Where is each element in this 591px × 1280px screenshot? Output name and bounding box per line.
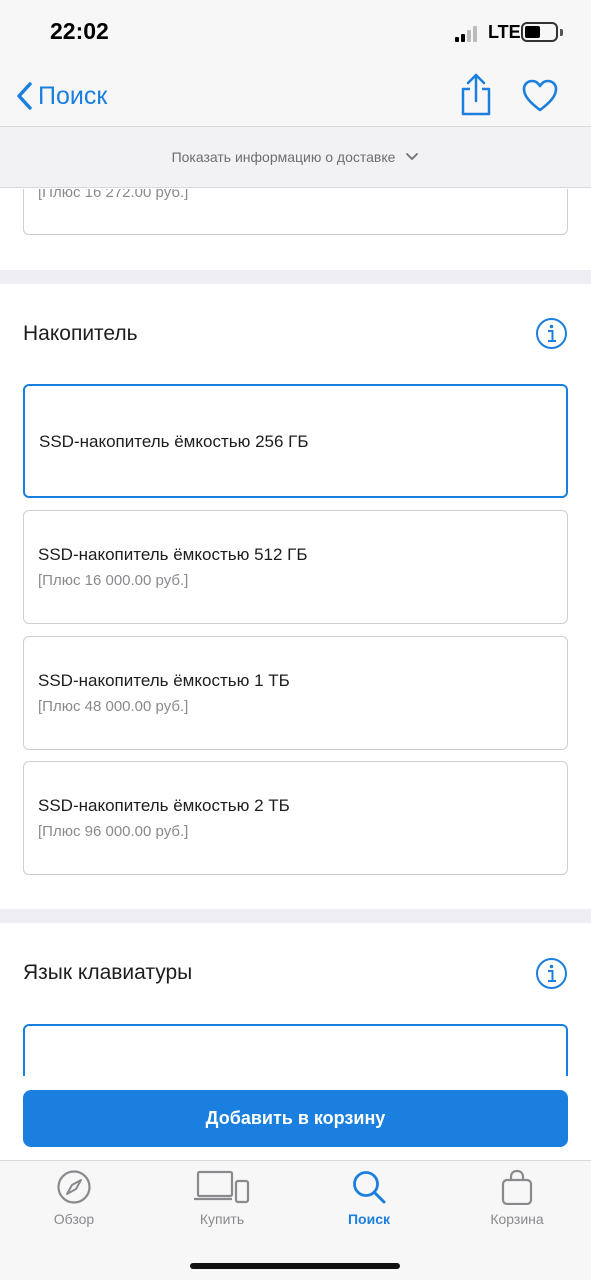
- storage-info-icon[interactable]: [535, 317, 568, 350]
- option-title: SSD-накопитель ёмкостью 2 ТБ: [38, 796, 290, 815]
- tab-label: Поиск: [347, 1211, 390, 1227]
- tab-overview[interactable]: Обзор: [0, 1169, 148, 1239]
- option-price: [Плюс 96 000.00 руб.]: [38, 823, 189, 840]
- bag-icon: [501, 1169, 533, 1205]
- option-title: SSD-накопитель ёмкостью 256 ГБ: [39, 432, 309, 451]
- option-price: [Плюс 48 000.00 руб.]: [38, 698, 189, 715]
- tab-buy[interactable]: Купить: [148, 1169, 296, 1239]
- tab-label: Купить: [199, 1211, 245, 1227]
- navigation-bar: Поиск: [0, 64, 591, 126]
- tab-label: Обзор: [53, 1211, 95, 1227]
- tab-bar: Обзор Купить Поиск Корзина: [0, 1160, 591, 1280]
- product-config-content: [Плюс 16 272.00 руб.] Накопитель SSD-нак…: [0, 189, 591, 1076]
- cellular-signal-icon: [455, 26, 481, 42]
- section-separator: [0, 270, 591, 284]
- favorite-button[interactable]: [520, 76, 560, 116]
- compass-icon: [57, 1170, 91, 1204]
- tab-search[interactable]: Поиск: [295, 1169, 443, 1239]
- add-to-cart-button[interactable]: Добавить в корзину: [23, 1090, 568, 1147]
- storage-option-1tb[interactable]: SSD-накопитель ёмкостью 1 ТБ [Плюс 48 00…: [23, 636, 568, 750]
- option-price: [Плюс 16 000.00 руб.]: [38, 572, 189, 589]
- back-label: Поиск: [38, 81, 108, 110]
- status-time: 22:02: [50, 18, 109, 44]
- tab-label: Корзина: [490, 1211, 544, 1227]
- storage-option-512gb[interactable]: SSD-накопитель ёмкостью 512 ГБ [Плюс 16 …: [23, 510, 568, 624]
- battery-tip: [560, 29, 563, 36]
- delivery-info-toggle[interactable]: Показать информацию о доставке: [0, 126, 591, 188]
- option-card-previous[interactable]: [Плюс 16 272.00 руб.]: [23, 189, 568, 235]
- share-icon: [461, 73, 491, 116]
- network-type: LTE: [488, 22, 521, 42]
- devices-icon: [194, 1170, 250, 1204]
- option-title: SSD-накопитель ёмкостью 512 ГБ: [38, 545, 308, 564]
- chevron-left-icon: [17, 82, 32, 110]
- delivery-info-text: Показать информацию о доставке: [171, 149, 396, 165]
- storage-option-2tb[interactable]: SSD-накопитель ёмкостью 2 ТБ [Плюс 96 00…: [23, 761, 568, 875]
- back-button[interactable]: Поиск: [16, 76, 107, 116]
- heart-icon: [522, 79, 558, 112]
- search-icon: [353, 1171, 386, 1204]
- add-to-cart-label: Добавить в корзину: [205, 1108, 386, 1128]
- status-bar: 22:02 LTE: [0, 0, 591, 64]
- battery-icon: [521, 22, 558, 42]
- chevron-down-icon: [406, 153, 419, 160]
- share-button[interactable]: [458, 72, 494, 116]
- keyboard-info-icon[interactable]: [535, 957, 568, 990]
- section-separator: [0, 909, 591, 923]
- tab-cart[interactable]: Корзина: [443, 1169, 591, 1239]
- storage-option-256gb[interactable]: SSD-накопитель ёмкостью 256 ГБ: [23, 384, 568, 498]
- option-title: SSD-накопитель ёмкостью 1 ТБ: [38, 671, 290, 690]
- keyboard-option-selected[interactable]: [23, 1024, 568, 1076]
- storage-section-title: Накопитель: [23, 322, 138, 345]
- option-price: [Плюс 16 272.00 руб.]: [38, 189, 189, 201]
- keyboard-section-title: Язык клавиатуры: [23, 961, 193, 984]
- home-indicator: [190, 1263, 400, 1269]
